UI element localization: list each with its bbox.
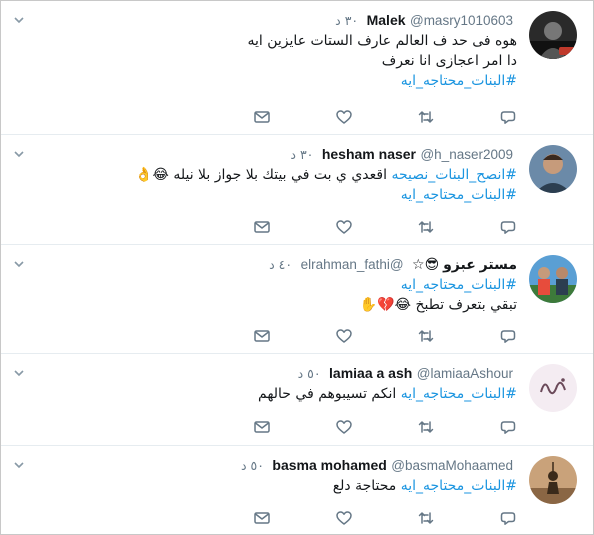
chevron-down-icon[interactable] bbox=[13, 255, 25, 268]
tweet-text-line: #البنات_محتاجه_ايه محتاجة دلع bbox=[47, 476, 517, 496]
hashtag-link[interactable]: #البنات_محتاجه_ايه bbox=[401, 73, 517, 89]
chevron-down-icon[interactable] bbox=[13, 364, 25, 377]
tweet-text-segment: محتاجة دلع bbox=[332, 478, 401, 494]
hashtag-link[interactable]: #البنات_محتاجه_ايه bbox=[401, 386, 517, 402]
tweet-actions bbox=[254, 108, 517, 126]
username[interactable]: @elrahman_fathi bbox=[301, 257, 404, 272]
avatar[interactable] bbox=[529, 255, 577, 303]
tweet-text-segment: انكم تسيبوهم في حالهم bbox=[258, 386, 401, 402]
tweet-text-line: هوه فى حد ف العالم عارف الستات عايزين اي… bbox=[47, 31, 517, 51]
tweet-header: مستر عبزو 😎☆ @elrahman_fathi ٤٠ د bbox=[269, 255, 517, 273]
retweet-icon[interactable] bbox=[417, 327, 435, 345]
tweet-actions bbox=[254, 218, 517, 236]
direct-message-icon[interactable] bbox=[253, 509, 271, 527]
hashtag-link[interactable]: #انصح_البنات_نصيحه bbox=[391, 167, 517, 183]
tweet[interactable]: basma mohamed @basmaMohaamed ٥٠ د #البنا… bbox=[1, 446, 593, 534]
tweet-header: Malek @masry1010603 ٣٠ د bbox=[335, 11, 517, 29]
like-icon[interactable] bbox=[335, 108, 353, 126]
tweet-text-line: #البنات_محتاجه_ايه bbox=[47, 71, 517, 91]
tweet-text: هوه فى حد ف العالم عارف الستات عايزين اي… bbox=[47, 31, 517, 91]
tweet-actions bbox=[254, 418, 517, 436]
tweet-text: #انصح_البنات_نصيحه اقعدي ي بت في بيتك بل… bbox=[47, 165, 517, 205]
like-icon[interactable] bbox=[335, 218, 353, 236]
tweet[interactable]: مستر عبزو 😎☆ @elrahman_fathi ٤٠ د #البنا… bbox=[1, 245, 593, 354]
hashtag-link[interactable]: #البنات_محتاجه_ايه bbox=[401, 277, 517, 293]
username[interactable]: @lamiaaAshour bbox=[417, 366, 513, 381]
tweet-text-line: #البنات_محتاجه_ايه انكم تسيبوهم في حالهم bbox=[47, 384, 517, 404]
timestamp[interactable]: ٣٠ د bbox=[290, 147, 313, 162]
tweet-text: #البنات_محتاجه_ايه تبقي بتعرف تطبخ 😂💔✋ bbox=[47, 275, 517, 315]
tweet-text-segment: هوه فى حد ف العالم عارف الستات عايزين اي… bbox=[247, 33, 517, 49]
tweet-text-segment: دا امر اعجازى انا نعرف bbox=[381, 53, 517, 69]
tweet-header: basma mohamed @basmaMohaamed ٥٠ د bbox=[241, 456, 517, 474]
reply-icon[interactable] bbox=[499, 418, 517, 436]
timestamp[interactable]: ٥٠ د bbox=[298, 366, 321, 381]
tweet-actions bbox=[254, 509, 517, 527]
display-name[interactable]: lamiaa a ash bbox=[329, 365, 412, 381]
username[interactable]: @masry1010603 bbox=[410, 13, 513, 28]
timestamp[interactable]: ٤٠ د bbox=[269, 257, 292, 272]
username[interactable]: @basmaMohaamed bbox=[391, 458, 513, 473]
retweet-icon[interactable] bbox=[417, 218, 435, 236]
reply-icon[interactable] bbox=[499, 509, 517, 527]
direct-message-icon[interactable] bbox=[253, 418, 271, 436]
hashtag-link[interactable]: #البنات_محتاجه_ايه bbox=[401, 478, 517, 494]
tweet[interactable]: Malek @masry1010603 ٣٠ د هوه فى حد ف الع… bbox=[1, 1, 593, 135]
retweet-icon[interactable] bbox=[417, 509, 435, 527]
direct-message-icon[interactable] bbox=[253, 327, 271, 345]
display-name[interactable]: basma mohamed bbox=[272, 457, 386, 473]
tweet[interactable]: hesham naser @h_naser2009 ٣٠ د #انصح_الب… bbox=[1, 135, 593, 245]
timestamp[interactable]: ٥٠ د bbox=[241, 458, 264, 473]
like-icon[interactable] bbox=[335, 509, 353, 527]
direct-message-icon[interactable] bbox=[253, 218, 271, 236]
tweet-text-segment: تبقي بتعرف تطبخ 😂💔✋ bbox=[359, 297, 517, 313]
tweet-text: #البنات_محتاجه_ايه انكم تسيبوهم في حالهم bbox=[47, 384, 517, 404]
tweet-actions bbox=[254, 327, 517, 345]
avatar[interactable] bbox=[529, 364, 577, 412]
avatar[interactable] bbox=[529, 456, 577, 504]
avatar[interactable] bbox=[529, 145, 577, 193]
chevron-down-icon[interactable] bbox=[13, 456, 25, 469]
chevron-down-icon[interactable] bbox=[13, 145, 25, 158]
display-name[interactable]: Malek bbox=[367, 12, 406, 28]
tweet-header: lamiaa a ash @lamiaaAshour ٥٠ د bbox=[298, 364, 517, 382]
reply-icon[interactable] bbox=[499, 108, 517, 126]
tweet-text-line: #البنات_محتاجه_ايه bbox=[47, 275, 517, 295]
tweet-text-line: #البنات_محتاجه_ايه bbox=[47, 185, 517, 205]
username[interactable]: @h_naser2009 bbox=[420, 147, 513, 162]
tweet-text-segment: اقعدي ي بت في بيتك بلا جواز بلا نيله 😂👌 bbox=[135, 167, 392, 183]
chevron-down-icon[interactable] bbox=[13, 11, 25, 24]
tweet-text: #البنات_محتاجه_ايه محتاجة دلع bbox=[47, 476, 517, 496]
hashtag-link[interactable]: #البنات_محتاجه_ايه bbox=[401, 187, 517, 203]
like-icon[interactable] bbox=[335, 327, 353, 345]
tweet-text-line: تبقي بتعرف تطبخ 😂💔✋ bbox=[47, 295, 517, 315]
like-icon[interactable] bbox=[335, 418, 353, 436]
direct-message-icon[interactable] bbox=[253, 108, 271, 126]
display-name[interactable]: hesham naser bbox=[322, 146, 416, 162]
tweet[interactable]: lamiaa a ash @lamiaaAshour ٥٠ د #البنات_… bbox=[1, 354, 593, 446]
retweet-icon[interactable] bbox=[417, 108, 435, 126]
avatar[interactable] bbox=[529, 11, 577, 59]
display-name[interactable]: مستر عبزو 😎☆ bbox=[412, 256, 517, 272]
timeline: Malek @masry1010603 ٣٠ د هوه فى حد ف الع… bbox=[0, 0, 594, 535]
retweet-icon[interactable] bbox=[417, 418, 435, 436]
tweet-text-line: #انصح_البنات_نصيحه اقعدي ي بت في بيتك بل… bbox=[47, 165, 517, 185]
timestamp[interactable]: ٣٠ د bbox=[335, 13, 358, 28]
reply-icon[interactable] bbox=[499, 327, 517, 345]
tweet-text-line: دا امر اعجازى انا نعرف bbox=[47, 51, 517, 71]
reply-icon[interactable] bbox=[499, 218, 517, 236]
tweet-header: hesham naser @h_naser2009 ٣٠ د bbox=[290, 145, 517, 163]
